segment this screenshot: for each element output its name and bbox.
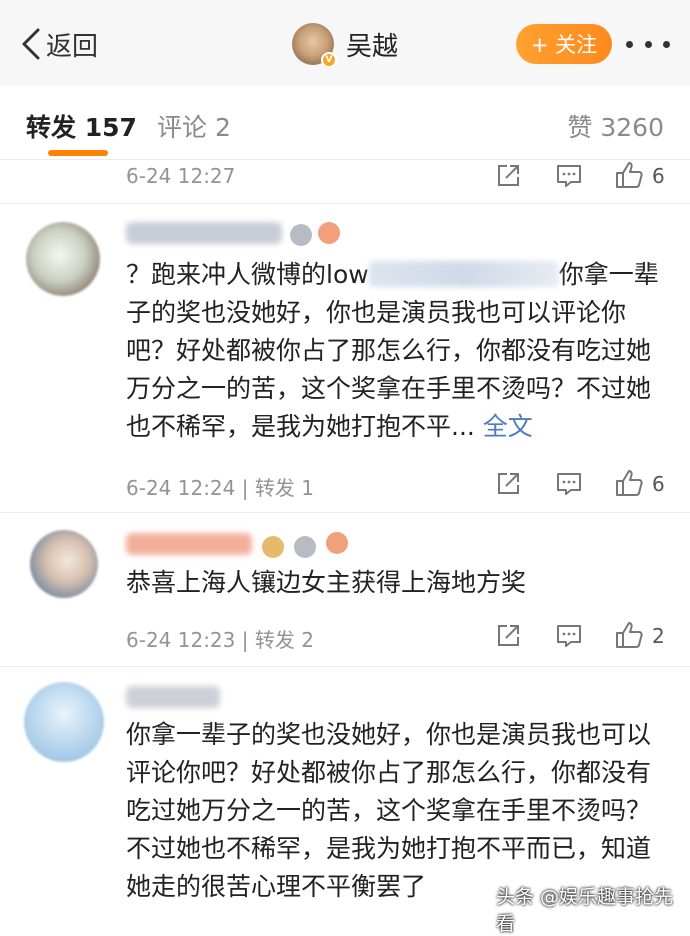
divider bbox=[0, 512, 690, 513]
tab-repost[interactable]: 转发 157 bbox=[26, 108, 137, 144]
watermark: 头条 @娱乐趣事抢先看 bbox=[496, 886, 674, 935]
avatar[interactable] bbox=[26, 222, 100, 296]
divider bbox=[0, 203, 690, 204]
blurred-text bbox=[368, 261, 559, 287]
username[interactable]: 吴越 bbox=[346, 26, 398, 63]
verified-badge-icon: V bbox=[321, 52, 337, 68]
repost-icon[interactable] bbox=[494, 162, 522, 190]
blurred-username[interactable] bbox=[126, 533, 252, 555]
more-options-icon[interactable] bbox=[626, 38, 670, 50]
timestamp: 6-24 12:23 | 转发 2 bbox=[126, 628, 314, 652]
chevron-left-icon bbox=[22, 28, 40, 60]
list-item-actions: 6-24 12:27 6 bbox=[0, 160, 690, 200]
comment-icon[interactable] bbox=[555, 162, 583, 190]
follow-button[interactable]: + 关注 bbox=[516, 24, 612, 64]
badge-icon bbox=[326, 532, 348, 554]
repost-icon[interactable] bbox=[494, 470, 522, 498]
comment-icon[interactable] bbox=[555, 622, 583, 650]
avatar[interactable] bbox=[24, 682, 104, 762]
blurred-username[interactable] bbox=[126, 686, 220, 708]
timestamp: 6-24 12:27 bbox=[126, 164, 236, 188]
top-nav-bar: 返回 V 吴越 + 关注 bbox=[0, 0, 690, 86]
divider bbox=[0, 666, 690, 667]
badge-icon bbox=[262, 536, 284, 558]
comment-icon[interactable] bbox=[555, 470, 583, 498]
blurred-username[interactable] bbox=[126, 222, 282, 244]
like-count: 2 bbox=[652, 624, 665, 648]
profile-header[interactable]: V 吴越 bbox=[292, 22, 398, 68]
list-item-actions: 6-24 12:23 | 转发 2 2 bbox=[0, 620, 690, 660]
avatar[interactable] bbox=[30, 530, 98, 598]
like-icon[interactable] bbox=[614, 468, 644, 498]
like-count: 6 bbox=[652, 472, 665, 496]
back-button[interactable]: 返回 bbox=[20, 26, 98, 62]
list-item-actions: 6-24 12:24 | 转发 1 6 bbox=[0, 468, 690, 508]
tab-comment[interactable]: 评论 2 bbox=[157, 108, 231, 144]
repost-icon[interactable] bbox=[494, 622, 522, 650]
back-label: 返回 bbox=[46, 31, 99, 62]
like-icon[interactable] bbox=[614, 160, 644, 190]
like-icon[interactable] bbox=[614, 620, 644, 650]
badge-icon bbox=[290, 224, 312, 246]
avatar[interactable]: V bbox=[292, 23, 337, 68]
comment-text: 你拿一辈子的奖也没她好，你也是演员我也可以评论你吧？好处都被你占了那怎么行，你都… bbox=[126, 720, 652, 901]
full-text-link[interactable]: 全文 bbox=[483, 412, 533, 441]
tab-likes[interactable]: 赞 3260 bbox=[567, 108, 664, 144]
tab-bar: 转发 157 评论 2 赞 3260 bbox=[0, 86, 690, 160]
comment-text-part: ？跑来冲人微博的low bbox=[126, 260, 369, 289]
badge-icon bbox=[294, 536, 316, 558]
comment-text: ？跑来冲人微博的low 你拿一辈子的奖也没她好，你也是演员我也可以评论你吧？好处都… bbox=[126, 256, 674, 446]
active-tab-indicator bbox=[48, 150, 108, 156]
like-count: 6 bbox=[652, 164, 665, 188]
comment-text: 恭喜上海人镶边女主获得上海地方奖 bbox=[126, 568, 527, 597]
timestamp: 6-24 12:24 | 转发 1 bbox=[126, 476, 314, 500]
badge-icon bbox=[318, 222, 340, 244]
